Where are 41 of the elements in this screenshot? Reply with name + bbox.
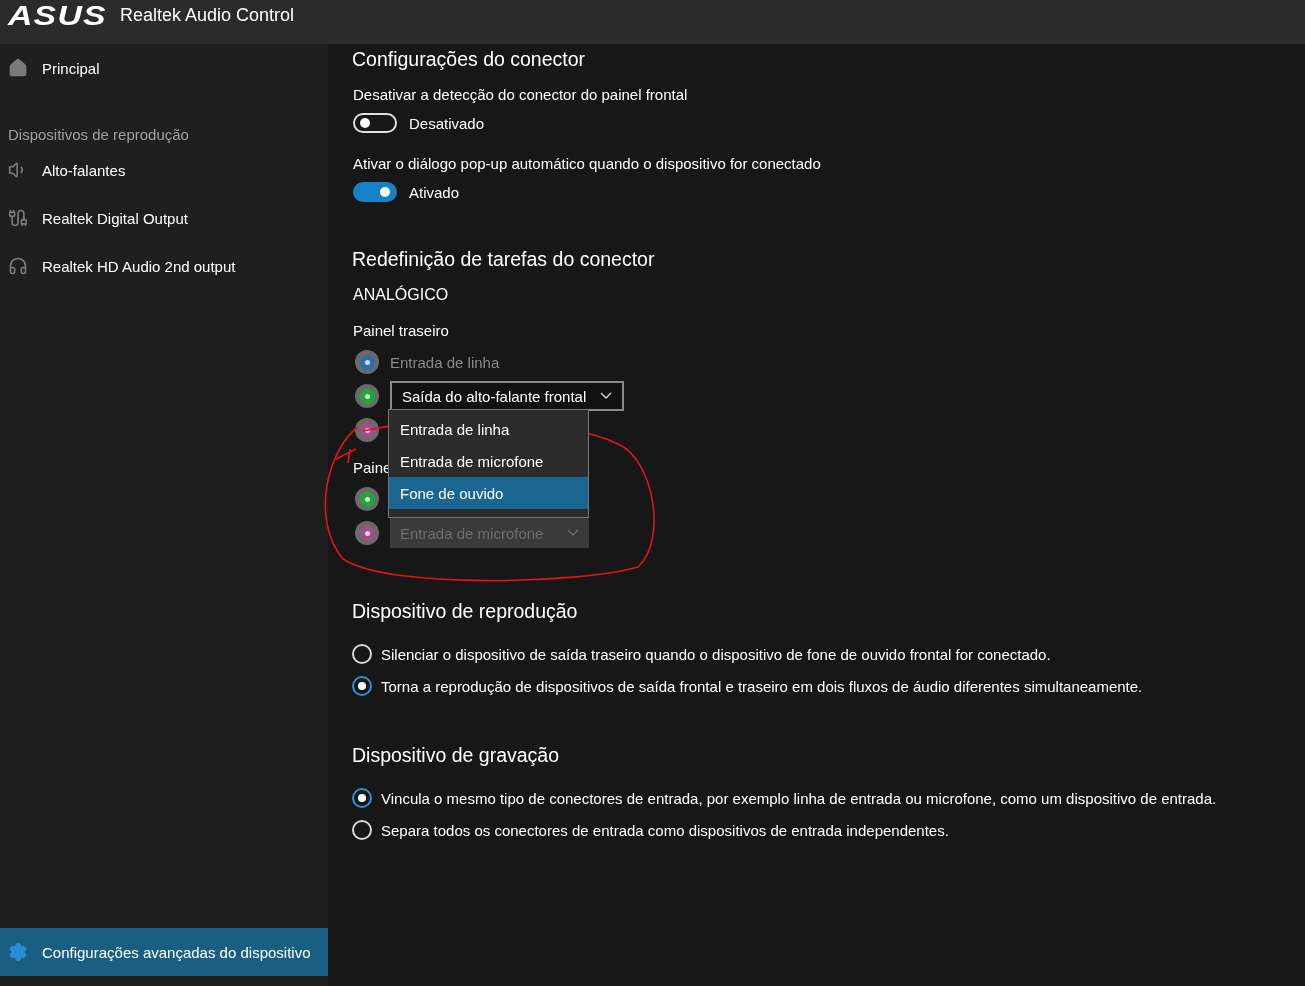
chevron-icon — [600, 392, 613, 400]
section-label: Dispositivos de reprodução — [8, 126, 190, 145]
home-icon — [8, 58, 28, 78]
sidebar-item[interactable]: Realtek HD Audio 2nd output — [0, 242, 328, 290]
settings-icon — [8, 942, 28, 962]
sidebar-item[interactable]: Principal — [0, 44, 328, 92]
radio-label: Silenciar o dispositivo de saída traseiro quando o dispositivo de fone de ouvido frontal for conectado. — [381, 645, 1051, 663]
menu-option[interactable]: Fone de ouvido — [389, 477, 588, 509]
audio-jack-icon — [355, 350, 379, 374]
setting-label: Desativar a detecção do conector do painel frontal — [353, 86, 689, 103]
jack-label: Entrada de linha — [390, 353, 500, 371]
jack-dropdown[interactable]: Saída do alto-falante frontal — [390, 381, 625, 411]
menu-option[interactable]: Entrada de linha — [389, 413, 588, 445]
radio-label: Torna a reprodução de dispositivos de saída frontal e traseiro em dois fluxos de áudio diferentes simultaneamente. — [381, 677, 1143, 695]
section-title: Redefinição de tarefas do conector — [352, 248, 656, 272]
audio-jack-icon — [355, 384, 379, 408]
sidebar-item[interactable]: Alto-falantes — [0, 146, 328, 194]
setting-label: Ativar o diálogo pop-up automático quando o dispositivo for conectado — [353, 155, 822, 172]
toggle-state: Ativado — [409, 183, 460, 201]
window-title: Realtek Audio Control — [120, 4, 295, 26]
panel-label: Painel traseiro — [353, 322, 449, 339]
audio-jack-icon — [355, 521, 379, 545]
toggle-switch[interactable] — [353, 182, 397, 202]
radio-label: Vincula o mesmo tipo de conectores de entrada, por exemplo linha de entrada ou microfone, como um dispositivo de entrada. — [381, 789, 1217, 807]
toggle-state: Desativado — [409, 114, 485, 132]
group-label: ANALÓGICO — [353, 286, 450, 304]
brand-logo: ASUS — [8, 0, 108, 32]
chevron-icon — [567, 529, 579, 537]
audio-jack-icon — [355, 487, 379, 511]
section-title: Configurações do conector — [352, 48, 587, 72]
sidebar-item[interactable]: Realtek Digital Output — [0, 194, 328, 242]
section-title: Dispositivo de gravação — [352, 744, 561, 768]
audio-jack-icon — [355, 418, 379, 442]
section-title: Dispositivo de reprodução — [352, 600, 579, 624]
radio-button[interactable] — [352, 788, 372, 808]
radio-label: Separa todos os conectores de entrada como dispositivos de entrada independentes. — [381, 821, 949, 839]
sidebar-item[interactable]: Configurações avançadas do dispositivo — [0, 928, 328, 976]
plug-icon — [8, 208, 28, 228]
radio-button[interactable] — [352, 676, 372, 696]
menu-option[interactable]: Entrada de microfone — [389, 445, 588, 477]
headphones-icon — [8, 256, 28, 276]
